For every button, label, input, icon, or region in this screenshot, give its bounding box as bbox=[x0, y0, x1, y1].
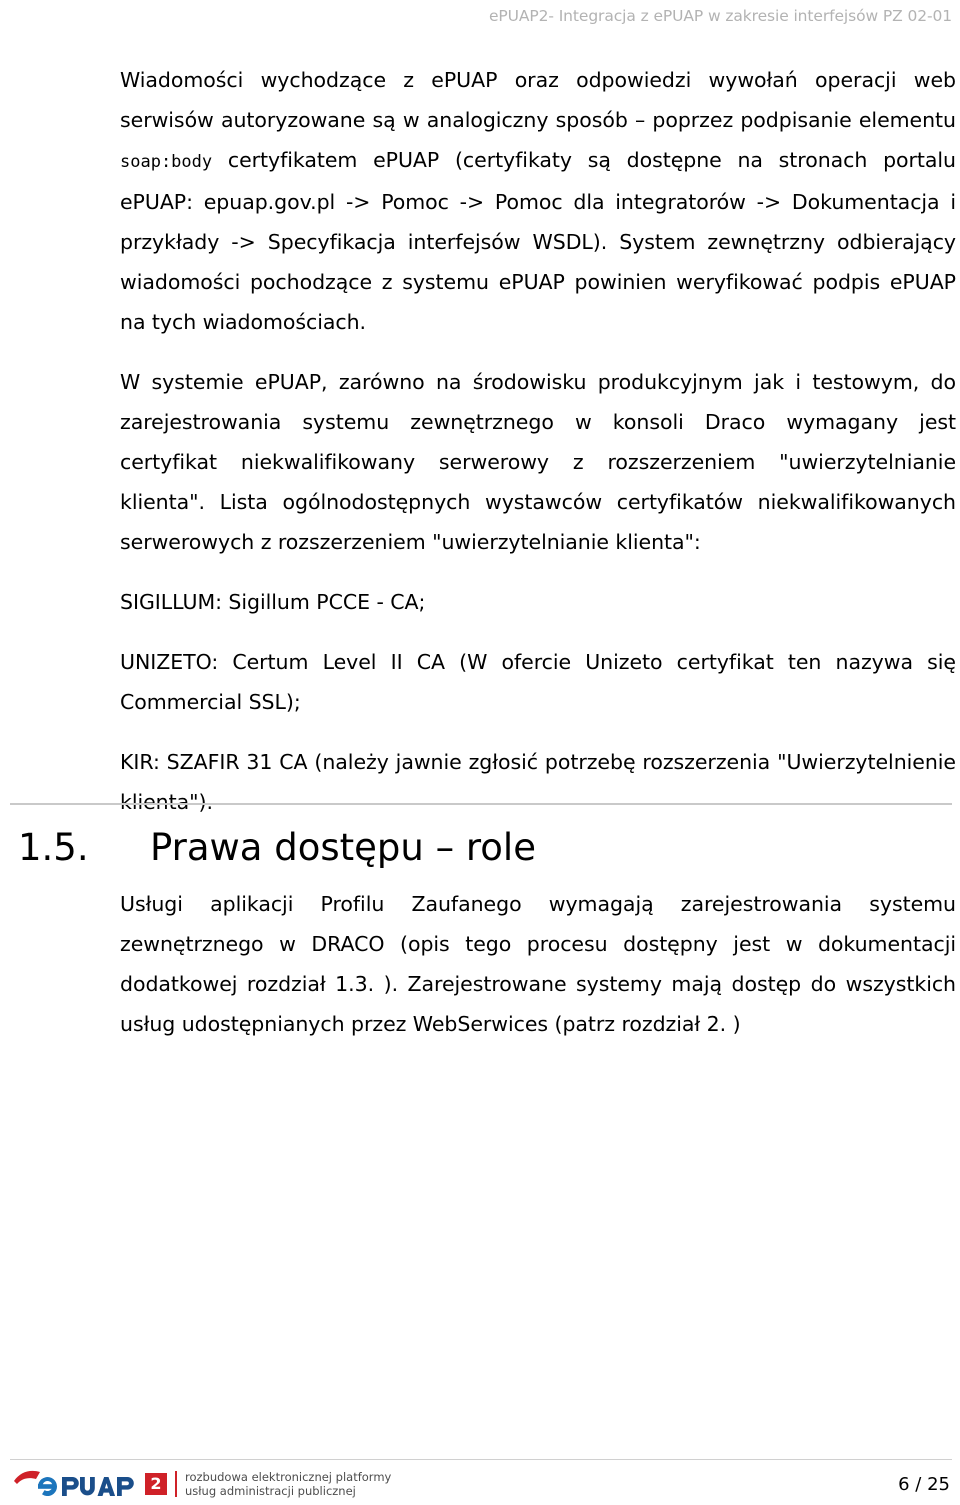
paragraph-1-text-b: certyfikatem ePUAP (certyfikaty są dostę… bbox=[120, 148, 956, 334]
paragraph-certificate-requirements: W systemie ePUAP, zarówno na środowisku … bbox=[120, 370, 956, 554]
footer-divider bbox=[10, 1459, 952, 1460]
section-body: Usługi aplikacji Profilu Zaufanego wymag… bbox=[120, 884, 956, 1044]
ca-list-item-kir: KIR: SZAFIR 31 CA (należy jawnie zgłosić… bbox=[120, 750, 956, 814]
tagline-line-1: rozbudowa elektronicznej platformy bbox=[185, 1470, 392, 1484]
page-number: 6 / 25 bbox=[898, 1474, 950, 1495]
page-footer: 2 rozbudowa elektronicznej platformy usł… bbox=[0, 1462, 960, 1505]
ca-list-item-sigillum: SIGILLUM: Sigillum PCCE - CA; bbox=[120, 590, 426, 614]
logo-badge-two: 2 bbox=[145, 1473, 167, 1495]
paragraph-access-rights: Usługi aplikacji Profilu Zaufanego wymag… bbox=[120, 892, 956, 1036]
section-divider bbox=[10, 803, 952, 805]
tagline-divider bbox=[175, 1471, 177, 1497]
footer-tagline: rozbudowa elektronicznej platformy usług… bbox=[185, 1470, 391, 1498]
ca-list-item-unizeto: UNIZETO: Certum Level II CA (W ofercie U… bbox=[120, 650, 956, 714]
section-title: Prawa dostępu – role bbox=[150, 826, 536, 869]
section-number: 1.5. bbox=[18, 826, 89, 869]
tagline-line-2: usług administracji publicznej bbox=[185, 1484, 356, 1498]
epuap-logo: 2 rozbudowa elektronicznej platformy usł… bbox=[14, 1466, 391, 1502]
paragraph-signing-info: Wiadomości wychodzące z ePUAP oraz odpow… bbox=[120, 60, 956, 342]
paragraph-1-text-a: Wiadomości wychodzące z ePUAP oraz odpow… bbox=[120, 68, 956, 132]
inline-code-soap-body: soap:body bbox=[120, 152, 213, 172]
section-heading: 1.5. Prawa dostępu – role bbox=[18, 824, 948, 872]
epuap-wordmark-icon bbox=[14, 1467, 138, 1501]
running-header: ePUAP2- Integracja z ePUAP w zakresie in… bbox=[488, 7, 952, 25]
document-body: Wiadomości wychodzące z ePUAP oraz odpow… bbox=[120, 60, 956, 822]
